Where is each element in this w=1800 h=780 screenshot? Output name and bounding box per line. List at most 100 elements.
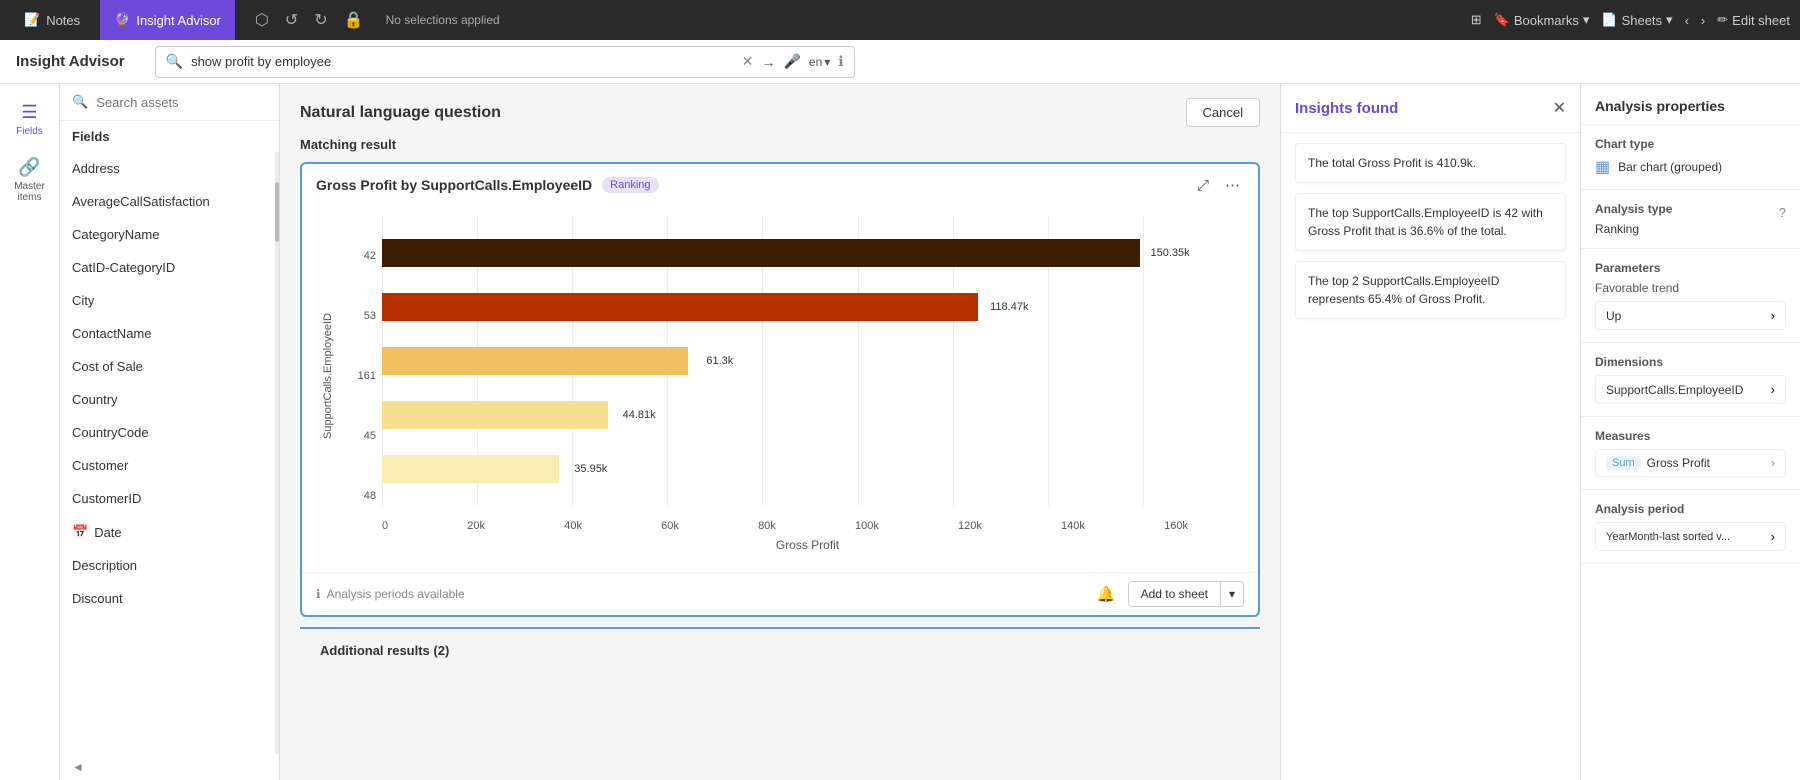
lock-icon[interactable]: 🔒	[340, 6, 368, 34]
analysis-period-value: YearMonth-last sorted v...	[1606, 531, 1730, 543]
favorable-trend-selector[interactable]: Up ›	[1595, 301, 1786, 330]
chart-type-section: Chart type ▦ Bar chart (grouped)	[1581, 125, 1800, 190]
sheets-button[interactable]: 📄 Sheets ▾	[1601, 12, 1672, 28]
content-scroll[interactable]: Natural language question Cancel Matchin…	[280, 84, 1280, 780]
sidebar-item-date[interactable]: 📅 Date	[60, 515, 279, 549]
sidebar-master-items-icon[interactable]: 🔗 Master items	[0, 149, 59, 211]
favorable-trend-label: Favorable trend	[1595, 281, 1786, 295]
sidebar-item-contactname[interactable]: ContactName	[60, 317, 279, 350]
dimensions-section: Dimensions SupportCalls.EmployeeID ›	[1581, 343, 1800, 417]
toolbar-icons: ⬡ ↺ ↻ 🔒 No selections applied	[251, 6, 500, 34]
bar-value-3: 44.81k	[623, 409, 656, 421]
sidebar-item-avgcallsatisfaction[interactable]: AverageCallSatisfaction	[60, 185, 279, 218]
analysis-period-selector[interactable]: YearMonth-last sorted v... ›	[1595, 522, 1786, 551]
insights-title: Insights found	[1295, 100, 1398, 117]
search-input[interactable]	[191, 54, 734, 69]
microphone-icon[interactable]: 🎤	[783, 53, 800, 70]
bar-1: 118.47k	[382, 293, 978, 321]
add-to-sheet-dropdown-icon[interactable]: ▾	[1221, 582, 1243, 606]
sidebar-item-country[interactable]: Country	[60, 383, 279, 416]
sidebar-item-catid[interactable]: CatID-CategoryID	[60, 251, 279, 284]
right-panel: Analysis properties Chart type ▦ Bar cha…	[1580, 84, 1800, 780]
bar-3: 44.81k	[382, 401, 608, 429]
dimension-selector[interactable]: SupportCalls.EmployeeID ›	[1595, 375, 1786, 404]
sidebar-item-city[interactable]: City	[60, 284, 279, 317]
sidebar-item-customerid[interactable]: CustomerID	[60, 482, 279, 515]
bookmark-icon: 🔖	[1494, 12, 1510, 28]
chart-plot-area: 150.35k 118.47k	[382, 216, 1238, 536]
sidebar-item-discount[interactable]: Discount	[60, 582, 279, 615]
chart-type-label: Chart type	[1595, 137, 1786, 151]
x-axis-labels: 0 20k 40k 60k 80k 100k 120k 140k 160k	[382, 520, 1188, 532]
measure-selector[interactable]: Sum Gross Profit ›	[1595, 449, 1786, 477]
fields-icon: ☰	[21, 102, 37, 123]
measure-value: Gross Profit	[1647, 456, 1765, 470]
add-to-sheet-button[interactable]: Add to sheet	[1129, 582, 1221, 606]
dimensions-label: Dimensions	[1595, 355, 1786, 369]
bar-chart-icon: ▦	[1595, 157, 1610, 177]
bar-row-2: 61.3k	[382, 343, 1188, 379]
add-to-sheet-button-group: Add to sheet ▾	[1128, 581, 1244, 607]
undo-icon[interactable]: ↺	[281, 6, 302, 34]
more-options-icon[interactable]: ⋯	[1221, 174, 1244, 196]
insights-header: Insights found ✕	[1281, 84, 1580, 133]
insights-close-button[interactable]: ✕	[1553, 98, 1566, 118]
smart-search-icon[interactable]: ⬡	[251, 6, 273, 34]
redo-icon[interactable]: ↻	[310, 6, 331, 34]
bar-4: 35.95k	[382, 455, 559, 483]
search-submit-icon[interactable]: →	[761, 54, 775, 70]
grid-icon[interactable]: ⊞	[1471, 12, 1482, 28]
nav-back-icon[interactable]: ‹	[1685, 13, 1689, 28]
bar-row-3: 44.81k	[382, 397, 1188, 433]
measure-chevron: ›	[1771, 456, 1775, 470]
insight-advisor-tab[interactable]: 🔮 Insight Advisor	[100, 0, 235, 40]
app-title: Insight Advisor	[16, 53, 125, 70]
main-layout: ☰ Fields 🔗 Master items 🔍 Fields Address…	[0, 84, 1800, 780]
pencil-icon: ✏	[1717, 12, 1728, 28]
nav-forward-icon[interactable]: ›	[1701, 13, 1705, 28]
bookmarks-button[interactable]: 🔖 Bookmarks ▾	[1494, 12, 1590, 28]
bar-chart-container: SupportCalls.EmployeeID 42 53 161 45 48	[302, 206, 1258, 572]
bar-value-4: 35.95k	[574, 463, 607, 475]
measure-tag: Sum	[1606, 456, 1641, 470]
topbar-right: ⊞ 🔖 Bookmarks ▾ 📄 Sheets ▾ ‹ › ✏ Edit sh…	[1471, 12, 1790, 28]
ranking-badge: Ranking	[602, 177, 658, 193]
info-icon[interactable]: ℹ	[838, 53, 843, 70]
notes-tab[interactable]: 📝 Notes	[10, 0, 94, 40]
cancel-button[interactable]: Cancel	[1186, 98, 1260, 127]
bar-value-2: 61.3k	[706, 355, 733, 367]
bookmarks-chevron: ▾	[1583, 12, 1590, 28]
selection-label: No selections applied	[386, 13, 500, 27]
sidebar-item-countrycode[interactable]: CountryCode	[60, 416, 279, 449]
edit-sheet-button[interactable]: ✏ Edit sheet	[1717, 12, 1790, 28]
sidebar-fields-icon[interactable]: ☰ Fields	[0, 94, 59, 145]
analysis-type-label: Analysis type	[1595, 202, 1672, 216]
sidebar-item-customer[interactable]: Customer	[60, 449, 279, 482]
sidebar-search-input[interactable]	[96, 95, 267, 110]
share-icon[interactable]: 🔔	[1093, 583, 1120, 605]
sidebar-item-costofsale[interactable]: Cost of Sale	[60, 350, 279, 383]
analysis-period-label: Analysis period	[1595, 502, 1786, 516]
parameters-section: Parameters Favorable trend Up ›	[1581, 249, 1800, 343]
nlq-header: Natural language question Cancel	[280, 84, 1280, 137]
chart-type-value: Bar chart (grouped)	[1618, 160, 1722, 174]
sidebar-item-address[interactable]: Address	[60, 152, 279, 185]
insights-list: The total Gross Profit is 410.9k. The to…	[1281, 133, 1580, 329]
expand-icon[interactable]: ⤢	[1193, 175, 1213, 196]
favorable-trend-chevron: ›	[1771, 308, 1775, 323]
analysis-type-header: Analysis type ?	[1595, 202, 1786, 222]
sidebar-item-categoryname[interactable]: CategoryName	[60, 218, 279, 251]
sidebar-item-description[interactable]: Description	[60, 549, 279, 582]
bars-area: 150.35k 118.47k	[382, 216, 1188, 506]
analysis-type-help-icon[interactable]: ?	[1779, 205, 1786, 220]
bar-0: 150.35k	[382, 239, 1140, 267]
favorable-trend-value: Up	[1606, 309, 1621, 323]
sidebar-collapse-arrow[interactable]: ◄	[60, 754, 279, 780]
search-clear-icon[interactable]: ✕	[742, 53, 754, 70]
info-circle-icon: ℹ	[316, 587, 321, 601]
chart-card-header: Gross Profit by SupportCalls.EmployeeID …	[302, 164, 1258, 206]
insight-icon: 🔮	[114, 12, 130, 28]
notes-icon: 📝	[24, 12, 40, 28]
chart-actions: ⤢ ⋯	[1193, 174, 1244, 196]
language-selector[interactable]: en ▾	[809, 55, 830, 69]
